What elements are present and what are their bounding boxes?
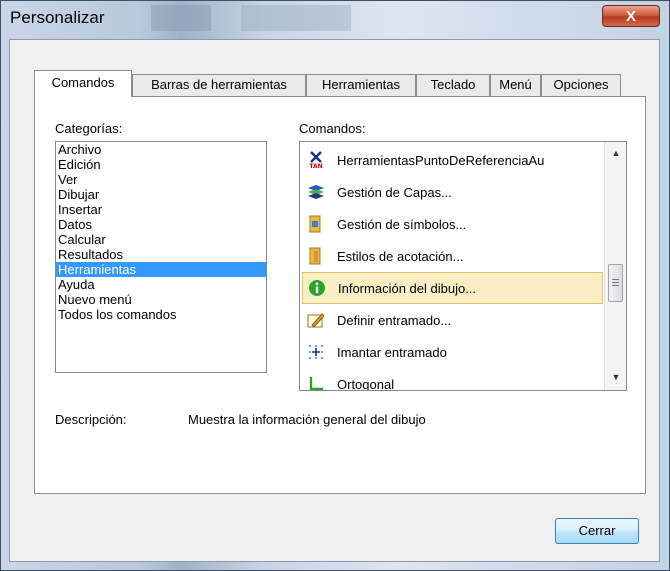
- customize-dialog: Personalizar X Comandos Barras de herram…: [0, 0, 670, 571]
- background-blur: [151, 5, 211, 31]
- ortho-icon: [307, 375, 325, 390]
- command-label: Gestión de símbolos...: [337, 216, 467, 232]
- tab-barras-de-herramientas[interactable]: Barras de herramientas: [132, 74, 306, 96]
- list-item[interactable]: Insertar: [56, 202, 266, 217]
- tab-menu[interactable]: Menú: [490, 74, 541, 96]
- tab-label: Comandos: [51, 75, 115, 90]
- list-item[interactable]: Ver: [56, 172, 266, 187]
- commands-tab-panel: Categorías: Archivo Edición Ver Dibujar …: [34, 96, 646, 494]
- command-item[interactable]: Definir entramado...: [302, 304, 603, 336]
- description-label: Descripción:: [55, 412, 127, 427]
- layers-icon: [307, 183, 325, 201]
- window-title: Personalizar: [10, 8, 105, 27]
- scroll-down-arrow-icon[interactable]: ▼: [605, 368, 626, 386]
- command-label: Imantar entramado: [337, 344, 447, 360]
- command-item[interactable]: TAN HerramientasPuntoDeReferenciaAu: [302, 144, 603, 176]
- background-blur: [241, 5, 351, 31]
- command-label: Gestión de Capas...: [337, 184, 452, 200]
- scroll-up-arrow-icon[interactable]: ▲: [605, 144, 626, 162]
- commands-label: Comandos:: [299, 121, 366, 136]
- close-button[interactable]: Cerrar: [555, 518, 639, 544]
- commands-list[interactable]: TAN HerramientasPuntoDeReferenciaAu Gest…: [299, 141, 627, 391]
- tab-label: Menú: [499, 77, 532, 92]
- title-bar[interactable]: Personalizar X: [1, 1, 669, 37]
- command-label: Definir entramado...: [337, 312, 452, 328]
- dimension-styles-icon: [307, 247, 325, 265]
- list-item-selected[interactable]: Herramientas: [56, 262, 266, 277]
- command-label: Estilos de acotación...: [337, 248, 464, 264]
- categories-list[interactable]: Archivo Edición Ver Dibujar Insertar Dat…: [55, 141, 267, 373]
- list-item[interactable]: Archivo: [56, 142, 266, 157]
- close-button-label: Cerrar: [578, 523, 616, 538]
- list-item[interactable]: Resultados: [56, 247, 266, 262]
- list-item[interactable]: Datos: [56, 217, 266, 232]
- tab-label: Teclado: [430, 77, 476, 92]
- command-item[interactable]: Gestión de símbolos...: [302, 208, 603, 240]
- command-item-highlighted[interactable]: Información del dibujo...: [302, 272, 603, 304]
- command-item[interactable]: Imantar entramado: [302, 336, 603, 368]
- list-item[interactable]: Edición: [56, 157, 266, 172]
- tab-label: Herramientas: [321, 77, 401, 92]
- command-item[interactable]: Ortogonal: [302, 368, 603, 391]
- list-item[interactable]: Dibujar: [56, 187, 266, 202]
- close-icon: X: [625, 8, 636, 25]
- tab-label: Barras de herramientas: [151, 77, 287, 92]
- dialog-body: Comandos Barras de herramientas Herramie…: [9, 39, 660, 562]
- tab-comandos[interactable]: Comandos: [34, 70, 132, 97]
- command-label: Información del dibujo...: [338, 280, 477, 296]
- command-label: HerramientasPuntoDeReferenciaAu: [337, 152, 545, 168]
- svg-text:TAN: TAN: [309, 163, 322, 169]
- command-item[interactable]: Estilos de acotación...: [302, 240, 603, 272]
- tab-label: Opciones: [553, 77, 609, 92]
- tab-opciones[interactable]: Opciones: [541, 74, 621, 96]
- list-item[interactable]: Ayuda: [56, 277, 266, 292]
- snap-grid-icon: [307, 343, 325, 361]
- symbols-folder-icon: [307, 215, 325, 233]
- categories-label: Categorías:: [55, 121, 123, 136]
- tab-herramientas[interactable]: Herramientas: [306, 74, 416, 96]
- command-label: Ortogonal: [337, 376, 395, 391]
- commands-scrollbar[interactable]: ▲ ▼: [604, 142, 626, 390]
- description-text: Muestra la información general del dibuj…: [188, 412, 426, 427]
- list-item[interactable]: Todos los comandos: [56, 307, 266, 322]
- tab-teclado[interactable]: Teclado: [416, 74, 490, 96]
- grid-edit-icon: [307, 311, 325, 329]
- list-item[interactable]: Nuevo menú: [56, 292, 266, 307]
- list-item[interactable]: Calcular: [56, 232, 266, 247]
- tan-icon: TAN: [307, 151, 325, 169]
- info-icon: [308, 279, 326, 297]
- window-close-button[interactable]: X: [602, 5, 660, 27]
- command-item[interactable]: Gestión de Capas...: [302, 176, 603, 208]
- scrollbar-thumb[interactable]: [608, 264, 623, 302]
